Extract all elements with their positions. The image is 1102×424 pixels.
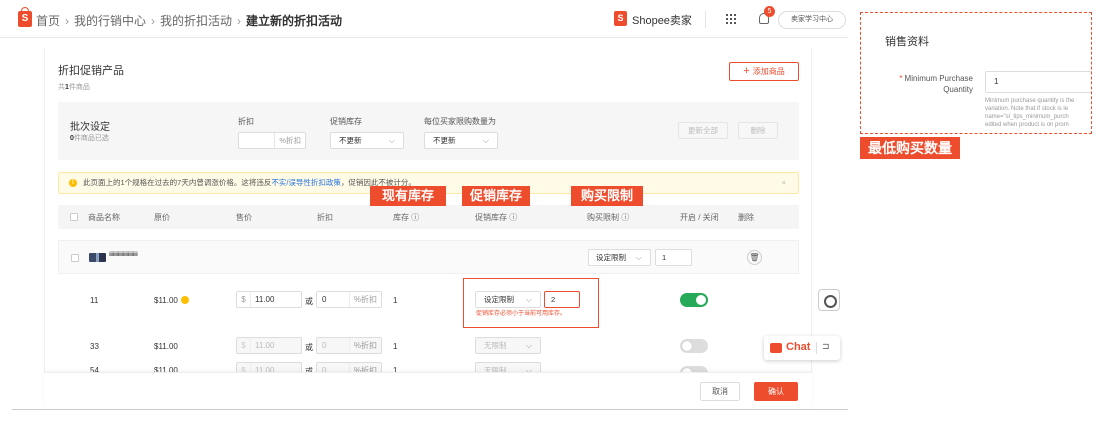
th-promo-stock: 促销库存 ⓘ — [475, 213, 518, 222]
breadcrumb-separator-icon: › — [151, 14, 156, 28]
shopee-logo-icon[interactable]: S — [18, 7, 32, 27]
discount-products-card: 折扣促销产品 共1件商品 + 添加商品 批次设定 0件商品已选 折扣 %折扣 促销… — [44, 48, 812, 408]
chat-label: Chat — [786, 341, 811, 353]
promo-stock-select[interactable]: 无限制 ⌵ — [475, 337, 541, 354]
th-stock: 库存 ⓘ — [393, 213, 420, 222]
seller-centre-title[interactable]: Shopee卖家 — [632, 12, 692, 28]
apps-grid-icon[interactable] — [726, 14, 736, 24]
sales-info-title: 销售资料 — [885, 36, 929, 48]
discount-input[interactable]: 0 %折扣 — [316, 337, 382, 354]
close-icon[interactable]: × — [782, 173, 786, 193]
minimize-icon[interactable]: ⊐ — [822, 341, 830, 352]
cancel-button[interactable]: 取消 — [700, 382, 740, 401]
batch-stock-label: 促销库存 — [330, 117, 362, 126]
table-header: 商品名称 原价 售价 折扣 库存 ⓘ 促销库存 ⓘ 购买限制 ⓘ 开启 / 关闭… — [58, 205, 799, 229]
original-price: $11.00 — [154, 342, 178, 351]
group-limit-select[interactable]: 设定限制 ⌵ — [588, 249, 651, 266]
section-title: 折扣促销产品 — [58, 65, 124, 77]
batch-limit-select[interactable]: 不更新 ⌵ — [424, 132, 498, 149]
help-icon[interactable]: ⓘ — [621, 213, 629, 222]
sale-price-input[interactable]: $11.00 — [236, 291, 302, 308]
chat-icon — [770, 343, 782, 353]
product-group-row: iiiiiiiiiiiiiiiiiiiiiiiiiiiiiiiiii 设定限制 ⌵… — [58, 240, 799, 274]
batch-discount-input[interactable]: %折扣 — [238, 132, 306, 149]
chevron-down-icon: ⌵ — [482, 136, 489, 145]
batch-stock-select[interactable]: 不更新 ⌵ — [330, 132, 404, 149]
batch-settings-panel: 批次设定 0件商品已选 折扣 %折扣 促销库存 不更新 ⌵ 每位买家限购数量为 不… — [58, 102, 799, 160]
breadcrumb-current: 建立新的折扣活动 — [246, 14, 343, 28]
th-purchase-limit: 购买限制 ⓘ — [587, 213, 630, 222]
th-product-name: 商品名称 — [88, 213, 120, 222]
price-alert-icon — [180, 296, 189, 304]
or-label: 或 — [305, 343, 313, 352]
th-sale-price: 售价 — [236, 213, 252, 222]
min-purchase-label: * Minimum Purchase Quantity — [899, 74, 973, 94]
variation-name: 33 — [90, 342, 99, 351]
help-icon[interactable]: ⓘ — [509, 213, 517, 222]
stock-value: 1 — [393, 296, 398, 305]
confirm-button[interactable]: 确认 — [754, 382, 798, 401]
add-products-button[interactable]: + 添加商品 — [729, 62, 799, 81]
th-delete: 删除 — [738, 213, 754, 222]
enable-toggle[interactable] — [680, 293, 708, 307]
breadcrumb-discount-promotions[interactable]: 我的折扣活动 — [160, 14, 232, 28]
product-thumbnail — [89, 253, 106, 262]
or-label: 或 — [305, 297, 313, 306]
breadcrumb: 首页 › 我的行销中心 › 我的折扣活动 › 建立新的折扣活动 — [36, 12, 342, 29]
section-subtitle: 共1件商品 — [58, 84, 90, 91]
discount-input[interactable]: 0 %折扣 — [316, 291, 382, 308]
product-checkbox[interactable] — [71, 254, 79, 262]
account-pill[interactable]: 卖家学习中心 — [778, 11, 846, 29]
enable-toggle[interactable] — [680, 339, 708, 353]
batch-delete-button[interactable]: 删除 — [738, 122, 778, 139]
annotation-purchase-limit: 购买限制 — [571, 186, 643, 206]
warning-text: 此页面上的1个规格在过去的7天内曾调涨价格。这将违反 — [83, 178, 272, 187]
th-discount: 折扣 — [317, 213, 333, 222]
select-all-checkbox[interactable] — [70, 213, 78, 221]
annotation-current-stock: 现有库存 — [370, 186, 446, 206]
min-purchase-input[interactable]: 1 — [985, 71, 1091, 93]
help-icon[interactable]: ⓘ — [411, 213, 419, 222]
policy-link[interactable]: 不实/误导性折扣政策 — [271, 178, 341, 187]
footer-bar: 取消 确认 — [44, 372, 812, 408]
breadcrumb-home[interactable]: 首页 — [36, 14, 60, 28]
divider — [705, 11, 706, 28]
annotation-min-qty: 最低购买数量 — [860, 137, 960, 159]
variation-name: 11 — [90, 296, 99, 305]
divider — [816, 342, 817, 354]
sale-price-input[interactable]: $11.00 — [236, 337, 302, 354]
th-original-price: 原价 — [154, 213, 170, 222]
chevron-down-icon: ⌵ — [525, 341, 532, 350]
plus-icon: + — [743, 65, 750, 77]
shopee-seller-icon[interactable]: S — [614, 11, 627, 26]
chevron-down-icon: ⌵ — [388, 136, 395, 145]
breadcrumb-marketing-centre[interactable]: 我的行销中心 — [74, 14, 146, 28]
warning-icon: ! — [69, 179, 77, 187]
promo-stock-highlight — [463, 278, 599, 328]
chat-widget[interactable]: Chat ⊐ — [764, 336, 840, 360]
th-enable: 开启 / 关闭 — [680, 213, 719, 222]
breadcrumb-separator-icon: › — [237, 14, 242, 28]
batch-settings-title: 批次设定 — [70, 122, 110, 133]
annotation-promo-stock: 促销库存 — [462, 186, 530, 206]
top-bar: S 首页 › 我的行销中心 › 我的折扣活动 › 建立新的折扣活动 S Shopee卖家 5… — [0, 0, 848, 38]
sales-info-panel: 销售资料 * Minimum Purchase Quantity 1 Minimu… — [860, 12, 1092, 134]
update-all-button[interactable]: 更新全部 — [678, 122, 728, 139]
stock-value: 1 — [393, 342, 398, 351]
group-limit-input[interactable]: 1 — [655, 249, 692, 266]
batch-discount-label: 折扣 — [238, 117, 254, 126]
original-price: $11.00 — [154, 296, 189, 305]
chevron-down-icon: ⌵ — [635, 253, 642, 262]
trash-icon[interactable]: 🗑 — [747, 250, 762, 265]
product-name: iiiiiiiiiiiiiiiiiiiiiiiiiiiiiiiiii — [109, 252, 138, 258]
table-row: 11 $11.00 $11.00 或 0 %折扣 1 设定限制 ⌵ 2 促销库存必须… — [58, 284, 799, 336]
min-purchase-help: Minimum purchase quantity is the variati… — [985, 98, 1075, 128]
help-ring-icon[interactable] — [818, 289, 840, 311]
batch-limit-label: 每位买家限购数量为 — [424, 117, 496, 126]
notification-count-badge: 5 — [764, 6, 775, 17]
divider — [12, 409, 848, 410]
batch-selected-count: 0件商品已选 — [70, 135, 109, 142]
breadcrumb-separator-icon: › — [65, 14, 70, 28]
